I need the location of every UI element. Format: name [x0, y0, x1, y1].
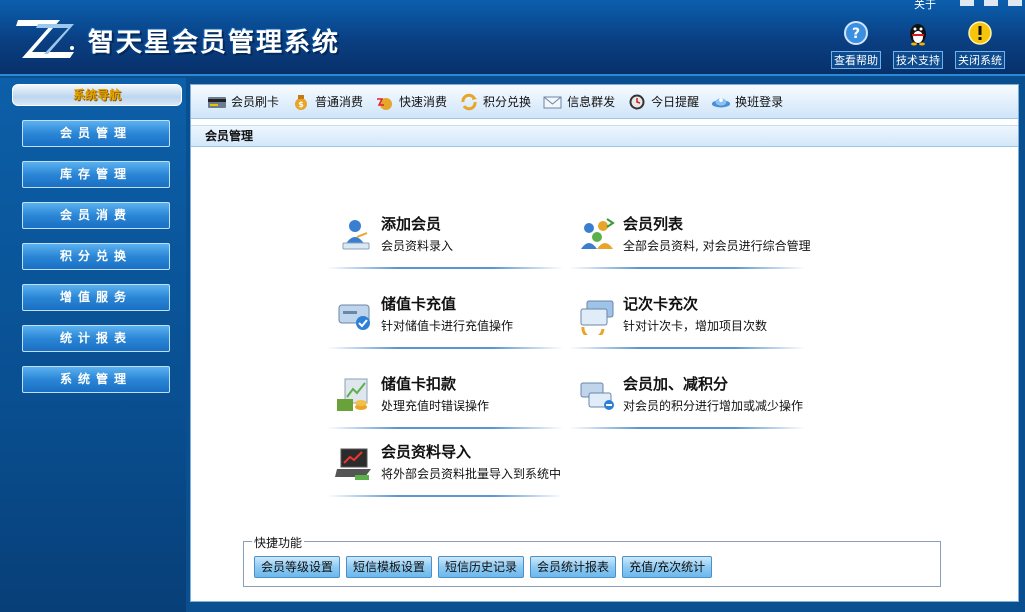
svg-text:?: ? [852, 26, 860, 42]
func-desc: 将外部会员资料批量导入到系统中 [381, 467, 562, 481]
sidebar-item-reports[interactable]: 统计报表 [22, 325, 170, 352]
toolbar-label: 今日提醒 [651, 95, 700, 109]
quick-functions-legend: 快捷功能 [252, 534, 305, 551]
func-title: 会员列表 [623, 215, 684, 233]
sidebar-title: 系统导航 [12, 84, 182, 106]
svg-text:$: $ [298, 100, 304, 109]
sidebar: 系统导航 会员管理 库存管理 会员消费 积分兑换 增值服务 统计报表 系统管理 [0, 78, 186, 612]
func-title: 储值卡扣款 [381, 375, 457, 393]
top-tools: ? 查看帮助 技术支持 关闭系统 [828, 20, 1008, 69]
func-points-adjust[interactable]: 会员加、减积分 对会员的积分进行增加或减少操作 [569, 371, 805, 429]
quick-functions: 快捷功能 会员等级设置 短信模板设置 短信历史记录 会员统计报表 充值/充次统计 [243, 534, 941, 587]
func-title: 会员资料导入 [381, 443, 472, 461]
toolbar-fast-consume[interactable]: 快速消费 [375, 93, 447, 111]
func-underline [327, 495, 563, 497]
import-laptop-icon [335, 448, 371, 480]
card-reader-icon [207, 93, 227, 111]
func-underline [327, 347, 563, 349]
func-import-members[interactable]: 会员资料导入 将外部会员资料批量导入到系统中 [327, 439, 563, 497]
count-card-icon [580, 300, 614, 335]
toolbar-today-reminder[interactable]: 今日提醒 [627, 93, 699, 111]
sidebar-item-value-added[interactable]: 增值服务 [22, 284, 170, 311]
mail-icon [543, 93, 563, 111]
app-title: 智天星会员管理系统 [88, 28, 341, 58]
func-underline [327, 267, 563, 269]
sidebar-item-points-exchange[interactable]: 积分兑换 [22, 243, 170, 270]
func-underline [327, 427, 563, 429]
sidebar-item-member-consumption[interactable]: 会员消费 [22, 202, 170, 229]
card-deduct-icon [337, 378, 368, 411]
func-title: 记次卡充次 [623, 295, 699, 313]
toolbar-label: 信息群发 [567, 95, 616, 109]
qq-penguin-icon [905, 20, 931, 46]
sidebar-item-system[interactable]: 系统管理 [22, 366, 170, 393]
toolbar-label: 快速消费 [399, 95, 448, 109]
sidebar-item-inventory[interactable]: 库存管理 [22, 161, 170, 188]
func-card-deduct[interactable]: 储值卡扣款 处理充值时错误操作 [327, 371, 563, 429]
logo-icon [16, 20, 74, 58]
header: 智天星会员管理系统 关于 ? 查看帮助 技术支持 关闭系统 [0, 0, 1025, 76]
help-button[interactable]: ? 查看帮助 [828, 20, 884, 69]
toolbar: 会员刷卡 $ 普通消费 快速消费 积分兑换 信息群发 今日提醒 换班登录 [191, 85, 1018, 119]
toolbar-card-swipe[interactable]: 会员刷卡 [207, 93, 279, 111]
add-member-icon [342, 220, 370, 250]
close-system-button[interactable]: 关闭系统 [952, 20, 1008, 69]
close-system-label: 关闭系统 [955, 51, 1005, 69]
toolbar-shift-login[interactable]: 换班登录 [711, 93, 783, 111]
func-desc: 处理充值时错误操作 [381, 399, 490, 413]
clock-icon [627, 93, 647, 111]
toolbar-label: 积分兑换 [483, 95, 532, 109]
section-title: 会员管理 [191, 125, 1018, 147]
minimize-button[interactable] [960, 0, 974, 6]
exchange-icon [459, 93, 479, 111]
func-desc: 针对储值卡进行充值操作 [381, 319, 514, 333]
tech-support-label: 技术支持 [893, 51, 943, 69]
maximize-button[interactable] [984, 0, 998, 6]
about-link[interactable]: 关于 [914, 0, 936, 12]
func-desc: 对会员的积分进行增加或减少操作 [623, 399, 804, 413]
func-title: 添加会员 [381, 215, 442, 233]
quick-sms-template-button[interactable]: 短信模板设置 [346, 556, 433, 578]
quick-recharge-stats-button[interactable]: 充值/充次统计 [622, 556, 713, 578]
sidebar-nav: 会员管理 库存管理 会员消费 积分兑换 增值服务 统计报表 系统管理 [22, 120, 170, 407]
toolbar-normal-consume[interactable]: $ 普通消费 [291, 93, 363, 111]
main-panel: 会员刷卡 $ 普通消费 快速消费 积分兑换 信息群发 今日提醒 换班登录 会员管… [190, 84, 1019, 602]
func-card-recharge[interactable]: 储值卡充值 针对储值卡进行充值操作 [327, 291, 563, 349]
func-title: 会员加、减积分 [623, 375, 729, 393]
card-recharge-icon [338, 304, 370, 330]
member-list-icon [581, 218, 615, 249]
func-underline [569, 427, 805, 429]
window-controls [960, 0, 1022, 6]
quick-sms-history-button[interactable]: 短信历史记录 [438, 556, 525, 578]
help-label: 查看帮助 [831, 51, 881, 69]
toolbar-label: 普通消费 [315, 95, 364, 109]
shift-login-icon [711, 93, 731, 111]
quick-member-report-button[interactable]: 会员统计报表 [530, 556, 617, 578]
warning-icon [967, 20, 993, 46]
close-window-button[interactable] [1008, 0, 1022, 6]
func-count-card[interactable]: 记次卡充次 针对计次卡，增加项目次数 [569, 291, 805, 349]
func-title: 储值卡充值 [381, 295, 457, 313]
money-bag-icon: $ [291, 93, 311, 111]
help-icon: ? [843, 20, 869, 46]
tech-support-button[interactable]: 技术支持 [890, 20, 946, 69]
func-member-list[interactable]: 会员列表 全部会员资料, 对会员进行综合管理 [569, 211, 811, 269]
quick-member-level-button[interactable]: 会员等级设置 [254, 556, 341, 578]
func-underline [569, 347, 805, 349]
toolbar-label: 会员刷卡 [231, 95, 280, 109]
sidebar-item-member-management[interactable]: 会员管理 [22, 120, 170, 147]
toolbar-points-exchange[interactable]: 积分兑换 [459, 93, 531, 111]
func-desc: 会员资料录入 [381, 239, 454, 253]
func-add-member[interactable]: 添加会员 会员资料录入 [327, 211, 563, 269]
func-desc: 针对计次卡，增加项目次数 [623, 319, 768, 333]
toolbar-mass-message[interactable]: 信息群发 [543, 93, 615, 111]
quick-buttons: 会员等级设置 短信模板设置 短信历史记录 会员统计报表 充值/充次统计 [254, 556, 713, 578]
points-adjust-icon [580, 382, 614, 410]
toolbar-label: 换班登录 [735, 95, 784, 109]
func-underline [569, 267, 805, 269]
func-desc: 全部会员资料, 对会员进行综合管理 [623, 239, 811, 253]
fast-pay-icon [375, 93, 395, 111]
